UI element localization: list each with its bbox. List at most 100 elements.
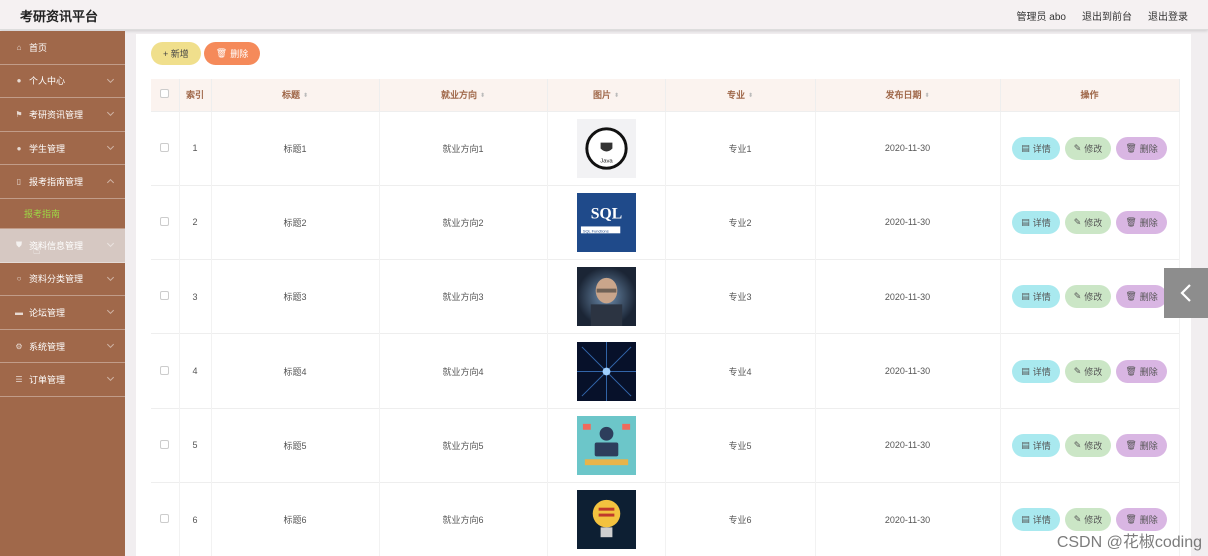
app-title: 考研资讯平台: [20, 9, 99, 24]
row-select-cell[interactable]: [151, 184, 180, 260]
detail-button[interactable]: ▤ 详情: [1012, 210, 1060, 234]
delete-button[interactable]: 🗑 删除: [1116, 285, 1167, 309]
edit-label: 修改: [1084, 440, 1103, 451]
row-thumbnail[interactable]: Java: [576, 118, 636, 178]
sidebar-item-news[interactable]: ⚑ 考研资讯管理: [0, 98, 125, 132]
sidebar-item-forum[interactable]: ▬ 论坛管理: [0, 296, 125, 330]
admin-user-label[interactable]: 管理员 abo: [1017, 8, 1066, 23]
pencil-icon: ✎: [1073, 291, 1082, 302]
row-checkbox[interactable]: [160, 216, 170, 226]
row-actions: ▤ 详情 ✎ 修改 🗑 删除: [1000, 184, 1180, 260]
detail-button[interactable]: ▤ 详情: [1012, 359, 1060, 383]
delete-button[interactable]: 🗑 删除: [1116, 210, 1167, 234]
sidebar-item-home[interactable]: ⌂ 首页: [0, 31, 125, 65]
edit-button[interactable]: ✎ 修改: [1064, 359, 1112, 383]
document-icon: ▤: [1021, 514, 1030, 525]
row-thumbnail[interactable]: [576, 267, 636, 327]
sort-icon[interactable]: ⬍: [748, 92, 753, 99]
select-all-checkbox[interactable]: [160, 89, 170, 99]
add-button[interactable]: + 新增: [151, 42, 201, 65]
edit-button[interactable]: ✎ 修改: [1064, 136, 1112, 160]
collapse-panel-button[interactable]: [1164, 268, 1208, 318]
edit-button[interactable]: ✎ 修改: [1064, 210, 1112, 234]
detail-button[interactable]: ▤ 详情: [1012, 136, 1060, 160]
col-image-label: 图片: [592, 90, 611, 101]
row-checkbox[interactable]: [160, 291, 170, 301]
table-row[interactable]: 4 标题4 就业方向4 专业4 2020-11-30 ▤ 详情 ✎ 修改 🗑 删除: [151, 333, 1180, 409]
row-major: 专业4: [665, 333, 816, 409]
delete-label: 删除: [1139, 366, 1158, 377]
batch-delete-button[interactable]: 🗑 删除: [203, 42, 261, 65]
sidebar-item-label: 个人中心: [29, 76, 66, 87]
delete-button[interactable]: 🗑 删除: [1116, 433, 1167, 457]
row-title: 标题1: [211, 110, 380, 186]
row-checkbox[interactable]: [160, 439, 170, 449]
logout-link[interactable]: 退出登录: [1148, 8, 1188, 23]
row-select-cell[interactable]: [151, 481, 180, 556]
detail-button[interactable]: ▤ 详情: [1012, 508, 1060, 532]
edit-button[interactable]: ✎ 修改: [1064, 285, 1112, 309]
col-date[interactable]: 发布日期 ⬍: [815, 79, 1001, 111]
row-checkbox[interactable]: [160, 365, 170, 375]
sort-icon[interactable]: ⬍: [480, 92, 485, 99]
sort-icon[interactable]: ⬍: [303, 92, 308, 99]
row-thumbnail[interactable]: SQL SQL Functions: [576, 192, 636, 252]
back-to-front-link[interactable]: 退出到前台: [1082, 8, 1132, 23]
row-title: 标题2: [211, 184, 380, 260]
pencil-icon: ✎: [1073, 439, 1082, 450]
edit-button[interactable]: ✎ 修改: [1064, 433, 1112, 457]
sort-icon[interactable]: ⬍: [924, 92, 929, 99]
row-checkbox[interactable]: [160, 514, 170, 524]
row-select-cell[interactable]: [151, 110, 180, 186]
table-row[interactable]: 6 标题6 就业方向6 专业6 2020-11-30 ▤ 详情 ✎ 修改 🗑 删除: [151, 481, 1180, 556]
trash-icon: 🗑: [1125, 439, 1137, 450]
sidebar-item-orders[interactable]: ☰ 订单管理: [0, 363, 125, 397]
row-date: 2020-11-30: [815, 333, 1001, 409]
sidebar-item-system[interactable]: ⚙ 系统管理: [0, 330, 125, 364]
sidebar-item-materials[interactable]: ⛊ 资料信息管理: [0, 228, 125, 263]
detail-label: 详情: [1032, 440, 1051, 451]
delete-button[interactable]: 🗑 删除: [1116, 359, 1167, 383]
row-thumbnail[interactable]: [576, 490, 636, 550]
document-icon: ▤: [1021, 142, 1030, 153]
detail-label: 详情: [1032, 217, 1051, 228]
pencil-icon: ✎: [1073, 142, 1082, 153]
col-direction[interactable]: 就业方向 ⬍: [379, 79, 548, 111]
delete-label: 删除: [1139, 292, 1158, 303]
row-checkbox[interactable]: [160, 142, 170, 152]
table-row[interactable]: 3 标题3 就业方向3 专业3 2020-11-30 ▤ 详情 ✎ 修改 🗑 删除: [151, 259, 1180, 334]
row-thumbnail[interactable]: [576, 415, 636, 475]
table-row[interactable]: 1 标题1 就业方向1 Java 专业1 2020-11-30 ▤ 详情 ✎ 修改 …: [151, 110, 1180, 186]
sidebar-item-label: 考研资讯管理: [29, 109, 84, 120]
col-major-label: 专业: [726, 90, 745, 101]
table-row[interactable]: 5 标题5 就业方向5 专业5 2020-11-30 ▤ 详情 ✎ 修改 🗑 删除: [151, 407, 1180, 483]
delete-label: 删除: [1139, 143, 1158, 154]
mouse-cursor-icon: ☝: [33, 243, 41, 257]
table-row[interactable]: 2 标题2 就业方向2 SQL SQL Functions 专业2 2020-11…: [151, 184, 1180, 260]
sidebar-item-label: 论坛管理: [29, 307, 66, 318]
pencil-icon: ✎: [1073, 514, 1082, 525]
sidebar-subitem-guide[interactable]: 报考指南: [0, 199, 125, 229]
delete-button[interactable]: 🗑 删除: [1116, 136, 1167, 160]
detail-button[interactable]: ▤ 详情: [1012, 285, 1060, 309]
sort-icon[interactable]: ⬍: [614, 92, 619, 99]
col-title[interactable]: 标题 ⬍: [211, 79, 380, 111]
row-thumbnail[interactable]: [576, 341, 636, 401]
sidebar-item-material-categories[interactable]: ○ 资料分类管理: [0, 263, 125, 297]
sidebar-item-guide-management[interactable]: ▯ 报考指南管理: [0, 165, 125, 199]
edit-label: 修改: [1084, 143, 1103, 154]
sidebar-item-profile[interactable]: ● 个人中心: [0, 65, 125, 99]
chevron-left-icon: [1180, 284, 1191, 302]
row-select-cell[interactable]: [151, 259, 180, 334]
col-major[interactable]: 专业 ⬍: [665, 79, 816, 111]
row-major: 专业1: [665, 110, 816, 186]
select-all-cell[interactable]: [151, 79, 180, 111]
materials-table: 索引 标题 ⬍ 就业方向 ⬍ 图片 ⬍ 专业 ⬍ 发布日期 ⬍ 操作 1 标题1 就业方向…: [151, 79, 1180, 556]
row-select-cell[interactable]: [151, 333, 180, 409]
sidebar-item-label: 首页: [29, 42, 48, 53]
row-image-cell: [547, 259, 666, 334]
sidebar-item-students[interactable]: ● 学生管理: [0, 132, 125, 166]
detail-button[interactable]: ▤ 详情: [1012, 433, 1060, 457]
row-select-cell[interactable]: [151, 407, 180, 483]
col-image[interactable]: 图片 ⬍: [547, 79, 666, 111]
